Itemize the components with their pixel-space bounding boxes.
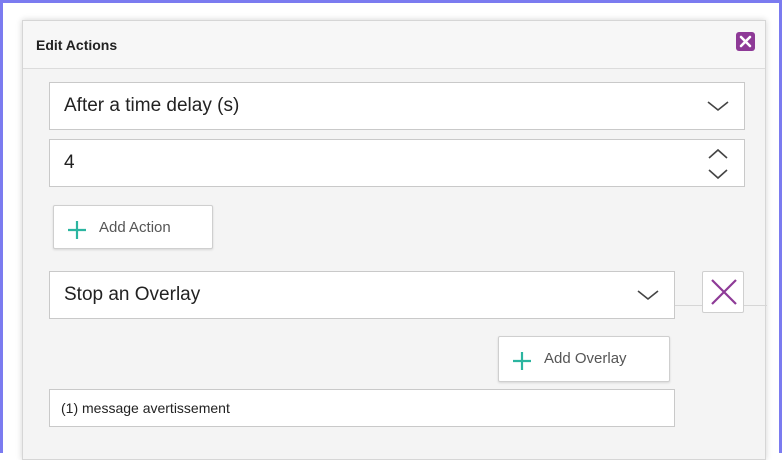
add-action-button[interactable]: Add Action (53, 205, 213, 249)
dialog-title: Edit Actions (36, 37, 118, 53)
plus-icon (66, 219, 88, 246)
close-icon[interactable] (736, 32, 755, 51)
delay-number-input[interactable]: 4 (49, 139, 745, 187)
add-action-label: Add Action (99, 219, 171, 236)
delete-action-button[interactable] (702, 271, 744, 313)
x-icon (711, 279, 737, 305)
chevron-down-icon (706, 99, 730, 118)
add-overlay-button[interactable]: Add Overlay (498, 336, 670, 382)
chevron-down-icon (708, 169, 728, 180)
overlay-list-value: (1) message avertissement (61, 400, 230, 416)
trigger-select[interactable]: After a time delay (s) (49, 82, 745, 130)
overlay-list-field[interactable]: (1) message avertissement (49, 389, 675, 427)
trigger-select-value: After a time delay (s) (64, 95, 240, 116)
dialog-title-bar: Edit Actions (23, 21, 765, 69)
plus-icon (511, 350, 533, 377)
edit-actions-dialog: Edit Actions After a time delay (s) 4 Ad… (22, 20, 767, 460)
delay-value: 4 (64, 152, 75, 173)
chevron-up-icon (708, 148, 728, 159)
action-select[interactable]: Stop an Overlay (49, 271, 675, 319)
chevron-down-icon (636, 288, 660, 307)
add-overlay-label: Add Overlay (544, 350, 627, 367)
number-stepper[interactable] (706, 145, 730, 188)
action-select-value: Stop an Overlay (64, 284, 201, 305)
